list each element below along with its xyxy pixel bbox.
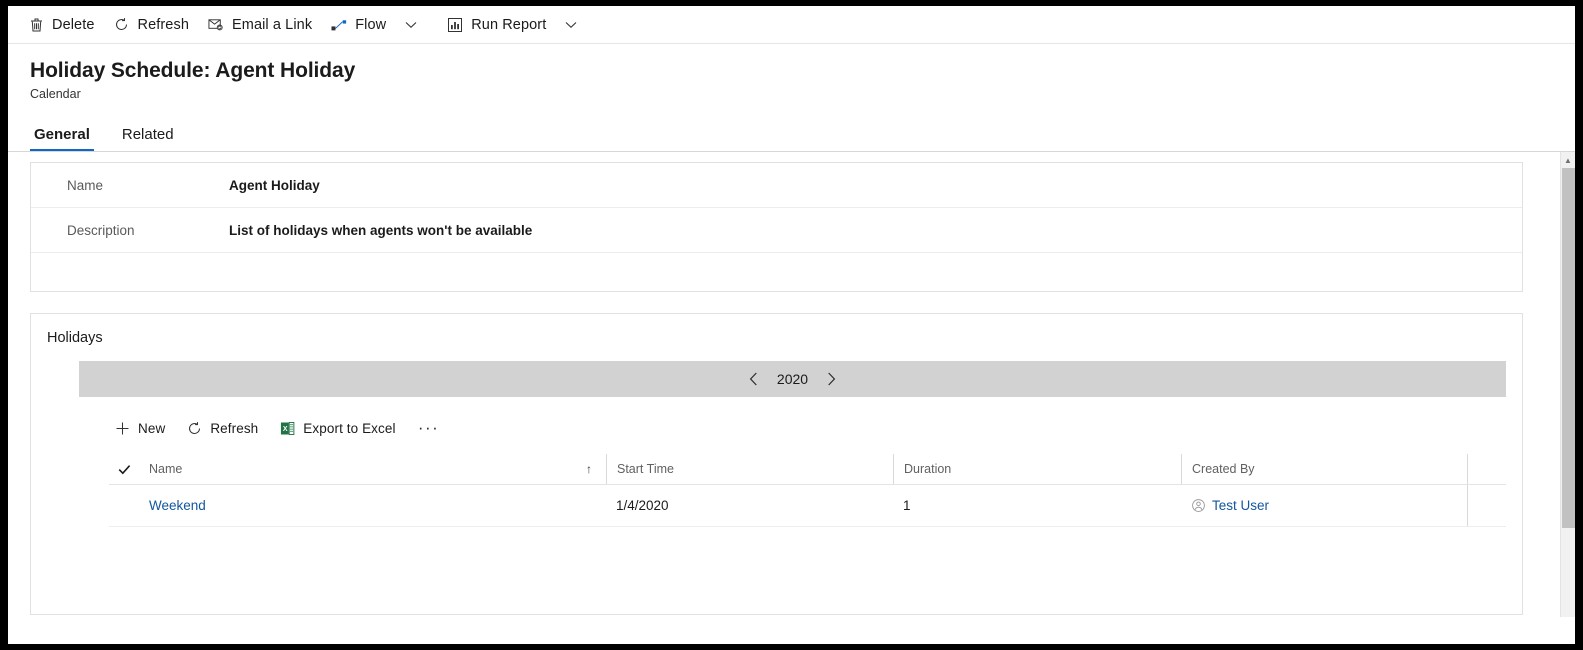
grid-header-row: Name ↑ Start Time Duration Created By xyxy=(109,454,1506,485)
plus-icon xyxy=(113,419,131,437)
flow-icon xyxy=(330,16,348,34)
column-header-start-time-label: Start Time xyxy=(617,462,674,476)
excel-icon: X xyxy=(278,419,296,437)
tab-related[interactable]: Related xyxy=(118,126,178,151)
holidays-section-title: Holidays xyxy=(47,330,103,346)
page-title: Holiday Schedule: Agent Holiday xyxy=(30,59,356,82)
column-header-duration-label: Duration xyxy=(904,462,952,476)
column-header-name[interactable]: Name ↑ xyxy=(139,454,606,484)
holidays-card: Holidays 2020 New Refresh X Export to Ex… xyxy=(30,313,1523,615)
form-body: Name Agent Holiday Description List of h… xyxy=(8,152,1575,617)
row-spacer xyxy=(1467,485,1497,526)
scroll-up-arrow-icon[interactable]: ▲ xyxy=(1561,152,1575,168)
field-description-value[interactable]: List of holidays when agents won't be av… xyxy=(229,223,532,238)
cell-duration: 1 xyxy=(903,498,911,513)
delete-label: Delete xyxy=(52,16,95,33)
column-header-name-label: Name xyxy=(149,462,183,476)
year-label: 2020 xyxy=(776,371,809,387)
svg-text:X: X xyxy=(283,425,288,432)
form-tabs: General Related xyxy=(30,117,1575,151)
year-navigator: 2020 xyxy=(743,367,843,391)
cell-name: Weekend xyxy=(139,485,606,526)
tab-related-label: Related xyxy=(121,126,174,143)
sort-ascending-icon: ↑ xyxy=(586,462,592,476)
new-button[interactable]: New xyxy=(103,412,175,444)
flow-button[interactable]: Flow xyxy=(321,9,395,41)
holidays-grid: Name ↑ Start Time Duration Created By We… xyxy=(109,454,1506,527)
tab-general[interactable]: General xyxy=(30,126,94,151)
app-window: Delete Refresh Email a Link Flow Run Rep… xyxy=(8,6,1575,644)
cell-start-time: 1/4/2020 xyxy=(616,498,669,513)
refresh-icon xyxy=(185,419,203,437)
table-row[interactable]: Weekend 1/4/2020 1 Test User xyxy=(109,485,1506,527)
refresh-label: Refresh xyxy=(137,16,189,33)
tab-general-label: General xyxy=(34,126,90,143)
chevron-left-icon[interactable] xyxy=(743,367,765,391)
email-a-link-label: Email a Link xyxy=(232,16,313,33)
run-report-icon xyxy=(446,16,464,34)
flow-label: Flow xyxy=(355,16,387,33)
email-a-link-button[interactable]: Email a Link xyxy=(198,9,321,41)
run-report-button[interactable]: Run Report xyxy=(437,9,555,41)
new-label: New xyxy=(138,420,166,436)
select-all-checkmark-icon[interactable] xyxy=(109,464,139,475)
scrollbar-thumb[interactable] xyxy=(1562,168,1575,528)
column-header-duration[interactable]: Duration xyxy=(893,454,1181,484)
refresh-button[interactable]: Refresh xyxy=(104,9,198,41)
subgrid-command-bar: New Refresh X Export to Excel ··· xyxy=(103,408,1522,448)
field-description-label: Description xyxy=(67,222,135,238)
created-by-link[interactable]: Test User xyxy=(1212,498,1269,513)
general-info-card: Name Agent Holiday Description List of h… xyxy=(30,162,1523,292)
field-name: Name Agent Holiday xyxy=(31,163,1522,208)
column-header-spacer xyxy=(1467,454,1497,484)
run-report-chevron-down-icon[interactable] xyxy=(559,11,583,39)
person-avatar-icon xyxy=(1191,498,1206,513)
subgrid-refresh-label: Refresh xyxy=(210,420,259,436)
field-name-value[interactable]: Agent Holiday xyxy=(229,178,320,193)
column-header-created-by[interactable]: Created By xyxy=(1181,454,1467,484)
overflow-menu-icon[interactable]: ··· xyxy=(414,414,444,442)
column-header-created-by-label: Created By xyxy=(1192,462,1255,476)
refresh-icon xyxy=(113,16,131,34)
export-to-excel-button[interactable]: X Export to Excel xyxy=(268,412,405,444)
vertical-scrollbar[interactable]: ▲ xyxy=(1560,152,1575,617)
row-name-link[interactable]: Weekend xyxy=(149,498,206,513)
record-header: Holiday Schedule: Agent Holiday Calendar… xyxy=(8,44,1575,151)
delete-button[interactable]: Delete xyxy=(18,9,104,41)
email-link-icon xyxy=(207,16,225,34)
chevron-right-icon[interactable] xyxy=(821,367,843,391)
command-bar: Delete Refresh Email a Link Flow Run Rep… xyxy=(8,6,1575,44)
flow-chevron-down-icon[interactable] xyxy=(399,11,423,39)
field-description: Description List of holidays when agents… xyxy=(31,208,1522,253)
trash-icon xyxy=(27,16,45,34)
subgrid-refresh-button[interactable]: Refresh xyxy=(175,412,268,444)
cell-created-by: Test User xyxy=(1181,485,1467,526)
column-header-start-time[interactable]: Start Time xyxy=(606,454,893,484)
export-to-excel-label: Export to Excel xyxy=(303,420,396,436)
field-name-label: Name xyxy=(67,177,104,193)
year-navigator-bar: 2020 xyxy=(79,361,1506,397)
page-subtitle: Calendar xyxy=(30,87,81,101)
run-report-label: Run Report xyxy=(471,16,547,33)
